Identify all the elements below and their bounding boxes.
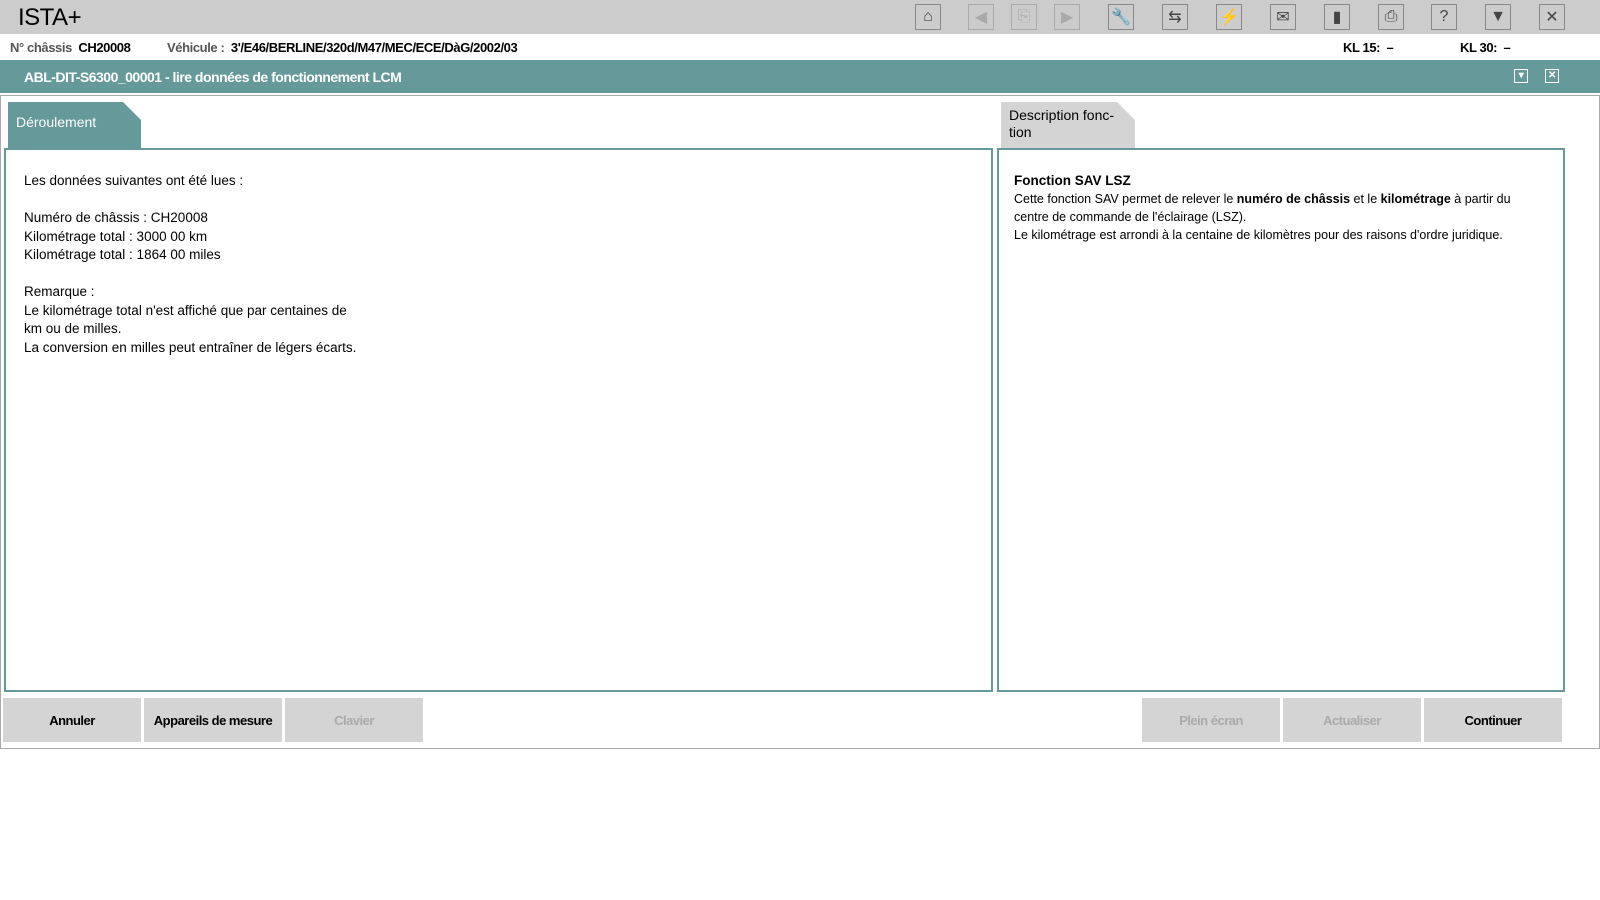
description-paragraph: Cette fonction SAV permet de relever le … xyxy=(1014,192,1511,224)
help-icon[interactable]: ? xyxy=(1431,4,1457,30)
fullscreen-button[interactable]: Plein écran xyxy=(1142,698,1280,742)
description-heading: Fonction SAV LSZ xyxy=(1014,173,1131,188)
window-minimize-icon[interactable]: ▾ xyxy=(1514,69,1528,83)
procedure-line xyxy=(24,265,973,284)
print-icon[interactable]: ⎙ xyxy=(1378,4,1404,30)
minimize-icon[interactable]: ▼ xyxy=(1485,4,1511,30)
module-icon[interactable]: ⇆ xyxy=(1162,4,1188,30)
kl30-info: KL 30: – xyxy=(1460,40,1511,55)
mail-icon[interactable]: ✉ xyxy=(1270,4,1296,30)
continue-button[interactable]: Continuer xyxy=(1424,698,1562,742)
tab-description[interactable]: Description fonc-tion xyxy=(1001,102,1135,148)
home-icon[interactable]: ⌂ xyxy=(915,4,941,30)
kl15-info: KL 15: – xyxy=(1343,40,1394,55)
procedure-line xyxy=(24,191,973,210)
copy-icon[interactable]: ⎘ xyxy=(1011,4,1037,30)
procedure-line: Le kilométrage total n'est affiché que p… xyxy=(24,302,347,318)
wrench-icon[interactable]: 🔧 xyxy=(1108,4,1134,30)
measuring-devices-button[interactable]: Appareils de mesure xyxy=(144,698,282,742)
window-title: ABL-DIT-S6300_00001 - lire données de fo… xyxy=(0,60,1600,93)
chassis-info: N° châssis CH20008 xyxy=(10,40,131,55)
chassis-value: CH20008 xyxy=(78,40,131,55)
back-icon[interactable]: ◀ xyxy=(968,4,994,30)
cancel-button[interactable]: Annuler xyxy=(3,698,141,742)
procedure-line: Remarque : xyxy=(24,284,95,299)
top-toolbar: ISTA+ ⌂ ◀ ⎘ ▶ 🔧 ⇆ ⚡ ✉ ▮ ⎙? ▼ ✕ xyxy=(0,0,1600,34)
procedure-line: Numéro de châssis : CH20008 xyxy=(24,210,208,225)
procedure-line: Kilométrage total : 3000 00 km xyxy=(24,228,208,244)
window-close-icon[interactable]: ✕ xyxy=(1545,69,1559,83)
connector-icon[interactable]: ⚡ xyxy=(1216,4,1242,30)
vehicle-info: Véhicule : 3'/E46/BERLINE/320d/M47/MEC/E… xyxy=(167,40,518,55)
refresh-button[interactable]: Actualiser xyxy=(1283,698,1421,742)
close-icon[interactable]: ✕ xyxy=(1539,4,1565,30)
procedure-line: Les données suivantes ont été lues : xyxy=(24,173,244,188)
procedure-panel: Les données suivantes ont été lues : Numé… xyxy=(4,148,993,692)
description-panel: Fonction SAV LSZ Cette fonction SAV perm… xyxy=(997,148,1565,692)
app-logo: ISTA+ xyxy=(18,4,82,31)
description-note: Le kilométrage est arrondi à la centaine… xyxy=(1014,228,1503,242)
procedure-line: Kilométrage total : 1864 00 miles xyxy=(24,247,221,262)
battery-icon[interactable]: ▮ xyxy=(1324,4,1350,30)
vehicle-value: 3'/E46/BERLINE/320d/M47/MEC/ECE/DàG/2002… xyxy=(230,40,518,55)
keyboard-button[interactable]: Clavier xyxy=(285,698,423,742)
forward-icon[interactable]: ▶ xyxy=(1054,4,1080,30)
tab-deroulement[interactable]: Déroulement xyxy=(8,102,141,148)
procedure-line: La conversion en milles peut entraîner d… xyxy=(24,339,357,355)
procedure-line: km ou de milles. xyxy=(24,321,122,336)
